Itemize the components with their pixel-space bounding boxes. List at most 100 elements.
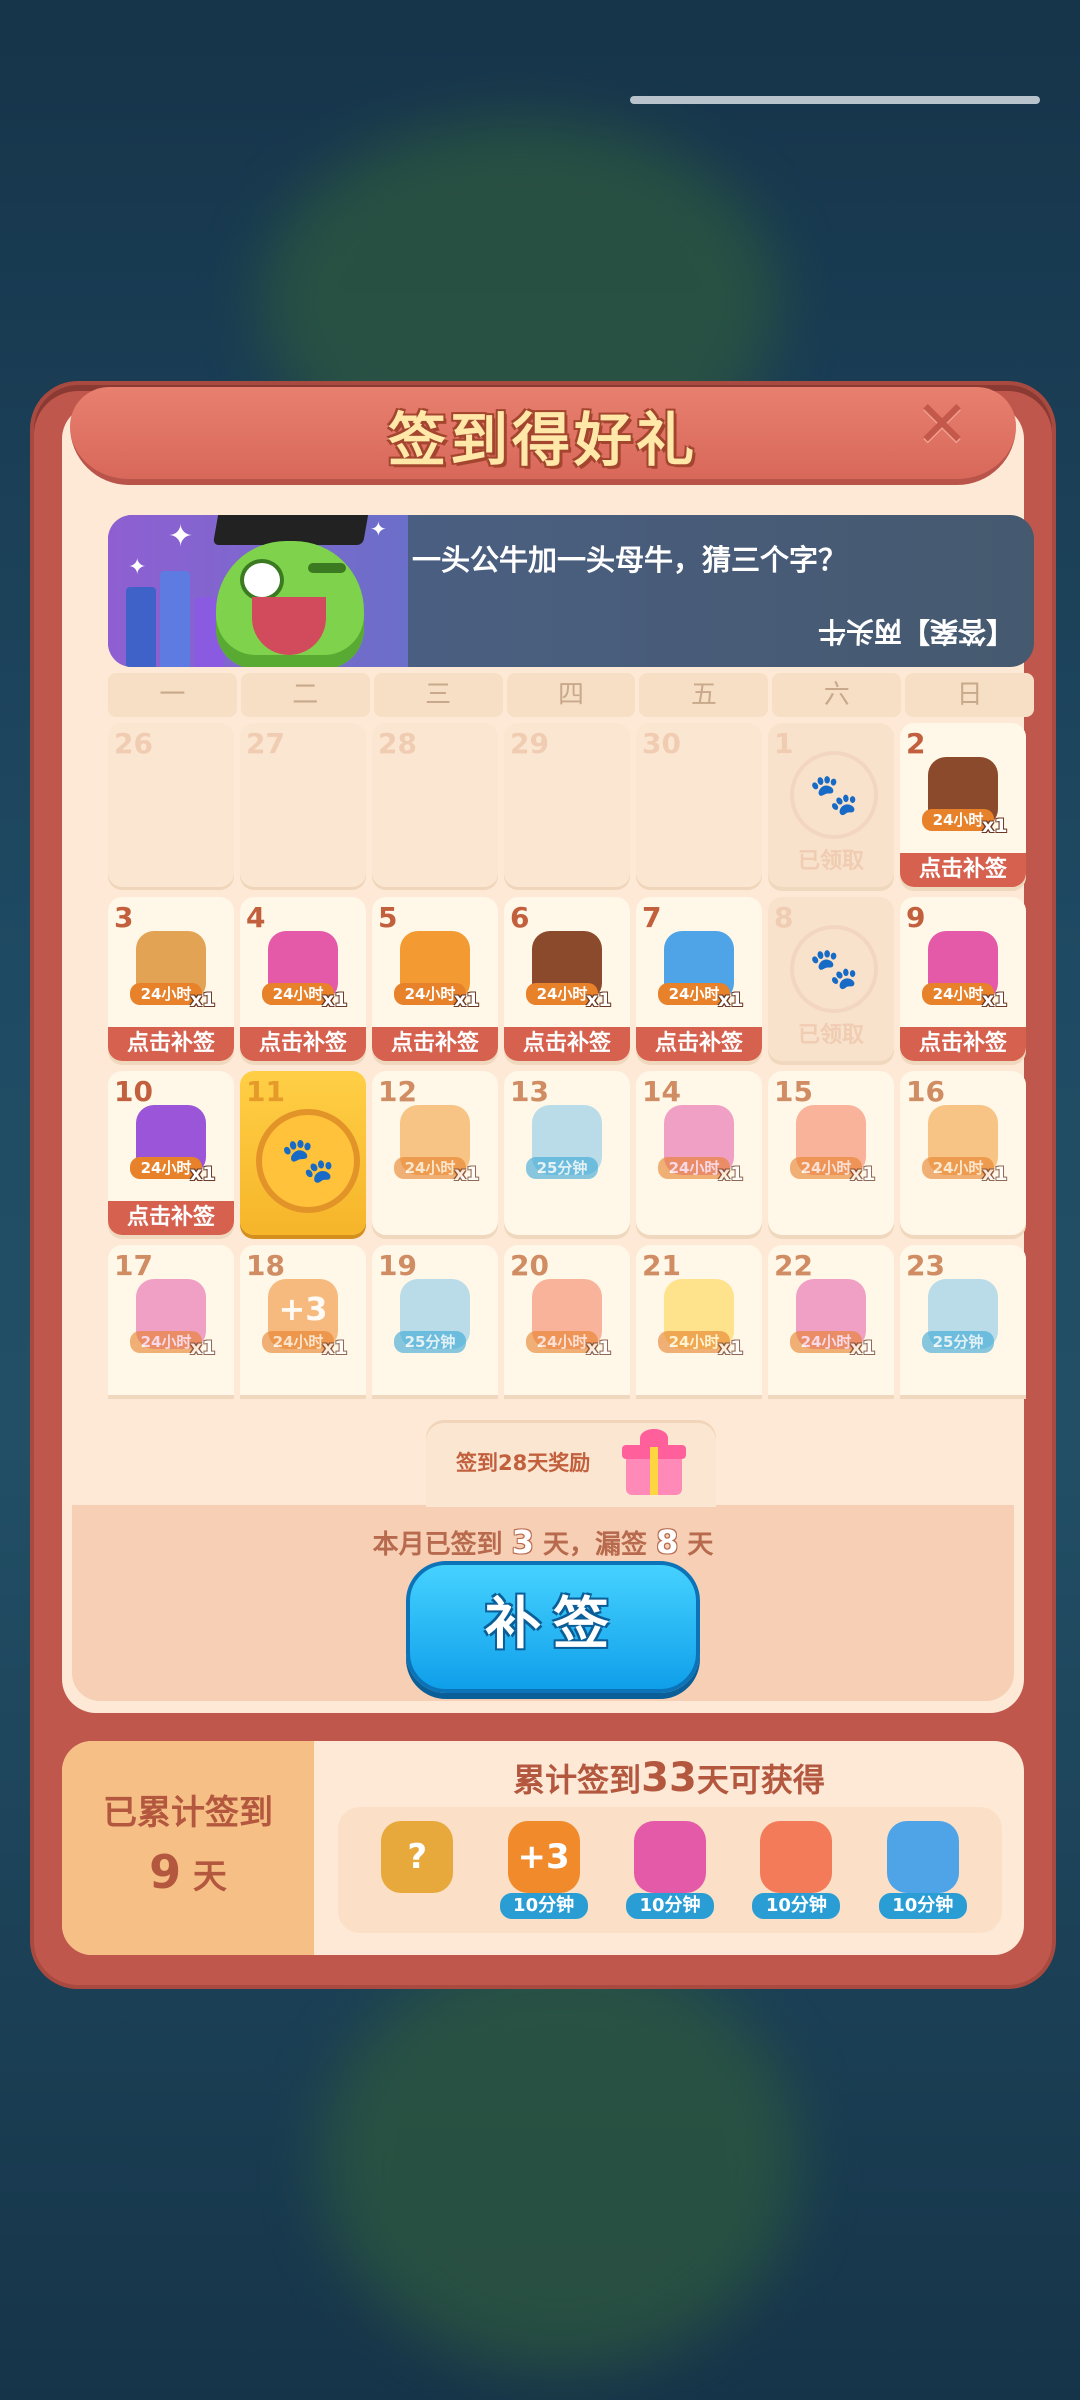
weekday-header: 一二三四五六日 [108, 673, 1035, 717]
close-icon[interactable]: ✕ [912, 393, 972, 457]
cumulative-count-box: 已累计签到 9 天 [62, 1741, 314, 1955]
cumulative-days-number: 9 [149, 1845, 182, 1899]
cumulative-days-unit: 天 [192, 1857, 227, 1897]
reward-quantity: x1 [190, 989, 216, 1011]
book-icon [126, 587, 156, 667]
calendar-day-7[interactable]: 7 24小时 x1 点击补签 [636, 897, 762, 1061]
reward-quantity: x1 [454, 1163, 480, 1185]
makeup-day-button[interactable]: 点击补签 [108, 1201, 234, 1235]
cumulative-reward-item: ? [367, 1815, 467, 1925]
day-number: 30 [642, 727, 681, 760]
blue-chick-icon [886, 1821, 959, 1893]
day-number: 1 [774, 727, 794, 760]
day-number: 17 [114, 1249, 153, 1282]
weekday-label: 二 [240, 673, 370, 717]
calendar-day-26: 26 [108, 723, 234, 887]
reward-duration: 10分钟 [878, 1893, 967, 1919]
calendar-day-30: 30 [636, 723, 762, 887]
day-number: 20 [510, 1249, 549, 1282]
day-number: 19 [378, 1249, 417, 1282]
paw-stamp-icon: 🐾 [790, 751, 878, 839]
calendar-day-21: 21 24小时 x1 [636, 1245, 762, 1395]
cumulative-reward-item: +3 10分钟 [494, 1815, 594, 1925]
reward-duration: 10分钟 [625, 1893, 714, 1919]
gift-icon [622, 1429, 686, 1495]
makeup-day-button[interactable]: 点击补签 [372, 1027, 498, 1061]
riddle-answer: 【答案】两头牛 [817, 615, 1014, 648]
day-number: 26 [114, 727, 153, 760]
calendar-day-14: 14 24小时 x1 [636, 1071, 762, 1235]
missed-count: 8 [656, 1523, 679, 1561]
calendar-day-27: 27 [240, 723, 366, 887]
makeup-day-button[interactable]: 点击补签 [504, 1027, 630, 1061]
calendar-day-6[interactable]: 6 24小时 x1 点击补签 [504, 897, 630, 1061]
calendar-day-5[interactable]: 5 24小时 x1 点击补签 [372, 897, 498, 1061]
reward-quantity: x1 [322, 989, 348, 1011]
paw-stamp-icon: 🐾 [256, 1109, 360, 1213]
cumulative-label: 已累计签到 [103, 1793, 273, 1833]
makeup-day-button[interactable]: 点击补签 [900, 853, 1026, 887]
reward-duration: 10分钟 [752, 1893, 841, 1919]
rockets-icon [760, 1821, 833, 1893]
calendar-day-19: 19 25分钟 [372, 1245, 498, 1395]
reward-quantity: x1 [850, 1337, 876, 1359]
paw-stamp-icon: 🐾 [790, 925, 878, 1013]
stats-suffix: 天 [687, 1530, 714, 1560]
day-number: 27 [246, 727, 285, 760]
claimed-label: 已领取 [797, 849, 864, 874]
weekday-label: 三 [373, 673, 503, 717]
day-number: 2 [906, 727, 926, 760]
day-number: 15 [774, 1075, 813, 1108]
cumulative-days: 9 天 [62, 1845, 314, 1899]
reward-quantity: x1 [322, 1337, 348, 1359]
makeup-day-button[interactable]: 点击补签 [900, 1027, 1026, 1061]
makeup-day-button[interactable]: 点击补签 [240, 1027, 366, 1061]
bonus-label: 签到28天奖励 [456, 1451, 591, 1475]
reward-quantity: x1 [586, 989, 612, 1011]
calendar-day-15: 15 24小时 x1 [768, 1071, 894, 1235]
reward-duration: 25分钟 [526, 1157, 598, 1179]
calendar-day-10[interactable]: 10 24小时 x1 点击补签 [108, 1071, 234, 1235]
makeup-signin-button[interactable]: 补签 [406, 1561, 700, 1693]
calendar-panel: ✦ ✦ ✦ 一头公牛加一头母牛，猜三个字？ 【答案】两头牛 一二三四五六日 26… [62, 405, 1035, 1713]
reward-quantity: x1 [982, 1163, 1008, 1185]
cumulative-reward-item: 10分钟 [746, 1815, 846, 1925]
calendar-day-11[interactable]: 11 🐾 [240, 1071, 366, 1235]
riddle-art: ✦ ✦ ✦ [108, 515, 408, 667]
signin-footer: 本月已签到 3 天，漏签 8 天 补签 [72, 1505, 1014, 1701]
reward-quantity: x1 [718, 1163, 744, 1185]
claimed-label: 已领取 [797, 1023, 864, 1048]
day-number: 29 [510, 727, 549, 760]
calendar-day-13: 13 25分钟 [504, 1071, 630, 1235]
bonus-28-day-tab[interactable]: 签到28天奖励 [426, 1423, 716, 1507]
cumulative-reward-item: 10分钟 [873, 1815, 973, 1925]
signin-modal: ✦ ✦ ✦ 一头公牛加一头母牛，猜三个字？ 【答案】两头牛 一二三四五六日 26… [34, 385, 1052, 1985]
calendar-day-20: 20 24小时 x1 [504, 1245, 630, 1395]
makeup-day-button[interactable]: 点击补签 [636, 1027, 762, 1061]
signed-count: 3 [511, 1523, 534, 1561]
makeup-day-button[interactable]: 点击补签 [108, 1027, 234, 1061]
sparkle-icon: ✦ [128, 555, 147, 580]
mystery-trophy-icon: ? [381, 1821, 454, 1893]
calendar-day-9[interactable]: 9 24小时 x1 点击补签 [900, 897, 1026, 1061]
weekday-label: 一 [108, 673, 237, 717]
day-number: 13 [510, 1075, 549, 1108]
stats-middle: 天，漏签 [542, 1530, 647, 1560]
day-number: 5 [378, 901, 398, 934]
day-number: 22 [774, 1249, 813, 1282]
calendar-day-28: 28 [372, 723, 498, 887]
reward-quantity: x1 [982, 815, 1008, 837]
reward-quantity: x1 [850, 1163, 876, 1185]
calendar-day-3[interactable]: 3 24小时 x1 点击补签 [108, 897, 234, 1061]
cumulative-panel: 已累计签到 9 天 累计签到33天可获得 ? +3 10分钟 10分钟 10分钟 10分钟 [62, 1741, 1024, 1955]
day-number: 11 [246, 1075, 285, 1108]
reward-quantity: x1 [454, 989, 480, 1011]
calendar-day-23: 23 25分钟 [900, 1245, 1026, 1395]
day-number: 4 [246, 901, 266, 934]
calendar-day-2[interactable]: 2 24小时 x1 点击补签 [900, 723, 1026, 887]
calendar-day-8: 8 🐾 已领取 [768, 897, 894, 1061]
day-number: 9 [906, 901, 926, 934]
system-handle [630, 96, 1040, 104]
calendar-day-4[interactable]: 4 24小时 x1 点击补签 [240, 897, 366, 1061]
weekday-label: 五 [639, 673, 769, 717]
